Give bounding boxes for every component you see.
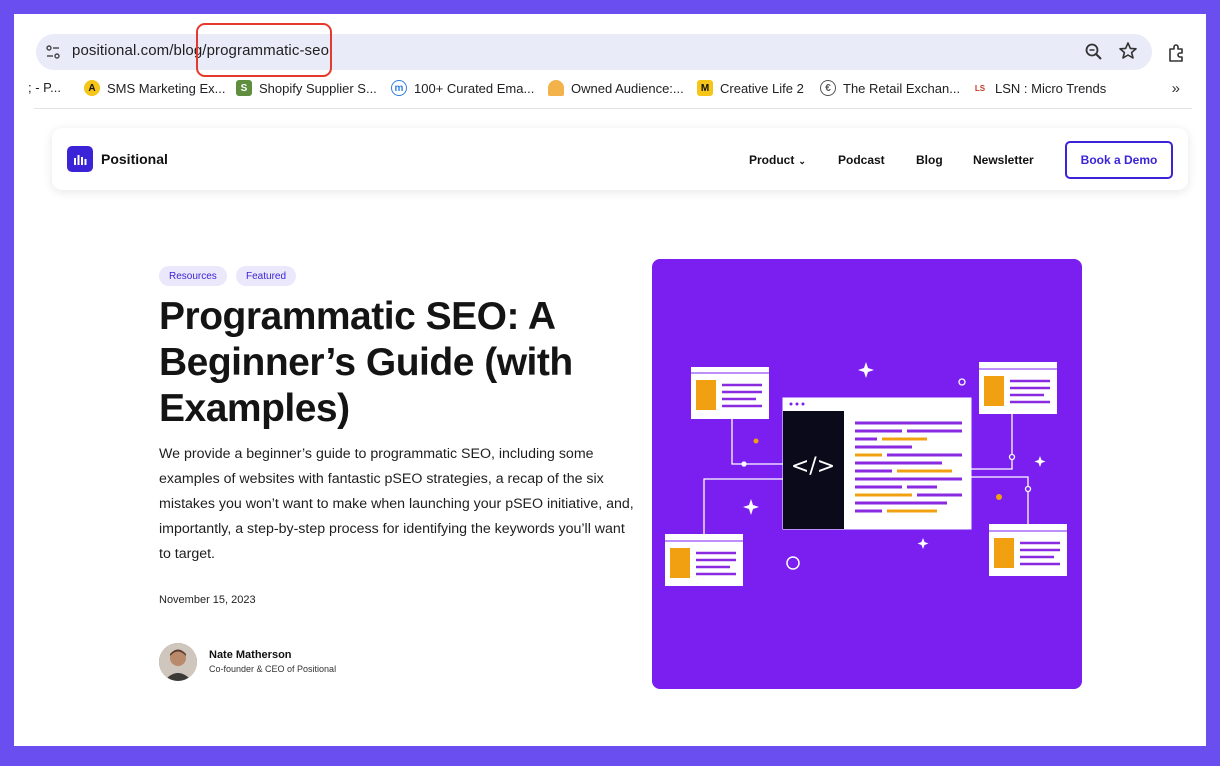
site-logo-text[interactable]: Positional	[101, 151, 168, 167]
tag-resources[interactable]: Resources	[159, 266, 227, 286]
chevron-down-icon: ⌄	[798, 156, 806, 166]
lsn-favicon-icon: LS	[974, 83, 986, 93]
author-name[interactable]: Nate Matherson	[209, 649, 292, 661]
toolbar-divider	[34, 108, 1192, 109]
svg-text:</>: </>	[791, 454, 835, 479]
owned-audience-favicon-icon	[548, 80, 564, 96]
nav-blog[interactable]: Blog	[916, 153, 943, 167]
bookmark-label: The Retail Exchan...	[843, 80, 961, 96]
author-role: Co-founder & CEO of Positional	[209, 664, 337, 674]
page-card-icon	[665, 534, 743, 586]
seo-pages-illustration: </>	[665, 362, 1067, 586]
more-bookmarks-button[interactable]: »	[1172, 80, 1180, 97]
page-card-icon	[989, 524, 1067, 576]
creative-life-favicon-icon: M	[697, 80, 713, 96]
bookmark-item[interactable]: A SMS Marketing Ex...	[84, 80, 225, 96]
nav-newsletter[interactable]: Newsletter	[973, 153, 1034, 167]
bookmark-item[interactable]: M Creative Life 2	[697, 80, 804, 96]
extensions-puzzle-icon[interactable]	[1166, 42, 1188, 64]
bookmark-item[interactable]: Owned Audience:...	[548, 80, 684, 96]
bookmarks-bar: ; - P... A SMS Marketing Ex... S Shopify…	[14, 78, 1206, 100]
positional-logo-icon[interactable]	[67, 146, 93, 172]
bookmark-item[interactable]: ; - P...	[28, 80, 61, 95]
zoom-icon[interactable]	[1084, 42, 1104, 62]
shopify-favicon-icon: S	[236, 80, 252, 96]
bookmark-label: ; - P...	[28, 80, 61, 95]
browser-window: positional.com/blog/programmatic-seo ; -…	[14, 14, 1206, 746]
bookmark-label: Creative Life 2	[720, 80, 804, 96]
curated-favicon-icon: m	[391, 80, 407, 96]
screenshot-frame: positional.com/blog/programmatic-seo ; -…	[0, 0, 1220, 766]
bookmark-item[interactable]: S Shopify Supplier S...	[236, 80, 377, 96]
bookmark-label: 100+ Curated Ema...	[414, 80, 535, 96]
tag-featured[interactable]: Featured	[236, 266, 297, 286]
article-description: We provide a beginner’s guide to program…	[159, 446, 634, 562]
bookmark-label: SMS Marketing Ex...	[107, 80, 226, 96]
nav-product[interactable]: Product ⌄	[749, 153, 806, 167]
url-highlight-annotation	[196, 23, 332, 77]
hero-illustration: </>	[652, 259, 1082, 689]
author-avatar	[159, 643, 197, 681]
site-header: Positional Product ⌄ Podcast Blog Newslet…	[52, 128, 1188, 190]
page-card-icon	[691, 367, 769, 419]
bookmark-item[interactable]: LS LSN : Micro Trends	[972, 80, 1106, 96]
nav-podcast[interactable]: Podcast	[838, 153, 885, 167]
code-window-icon: </>	[782, 397, 972, 530]
bookmark-label: Owned Audience:...	[571, 80, 684, 96]
book-demo-button[interactable]: Book a Demo	[1065, 141, 1173, 179]
retail-exchange-favicon-icon: €	[820, 80, 836, 96]
nav-product-label: Product	[749, 153, 795, 167]
bookmark-label: Shopify Supplier S...	[259, 80, 377, 96]
article-date: November 15, 2023	[159, 594, 256, 606]
bookmark-star-icon[interactable]	[1118, 41, 1138, 61]
sms-favicon-icon: A	[84, 80, 100, 96]
bookmark-item[interactable]: € The Retail Exchan...	[820, 80, 960, 96]
bookmark-label: LSN : Micro Trends	[995, 80, 1107, 96]
article-title: Programmatic SEO: A Beginner’s Guide (wi…	[159, 295, 573, 430]
bookmark-item[interactable]: m 100+ Curated Ema...	[391, 80, 534, 96]
page-card-icon	[979, 362, 1057, 414]
site-settings-icon[interactable]	[44, 43, 62, 61]
